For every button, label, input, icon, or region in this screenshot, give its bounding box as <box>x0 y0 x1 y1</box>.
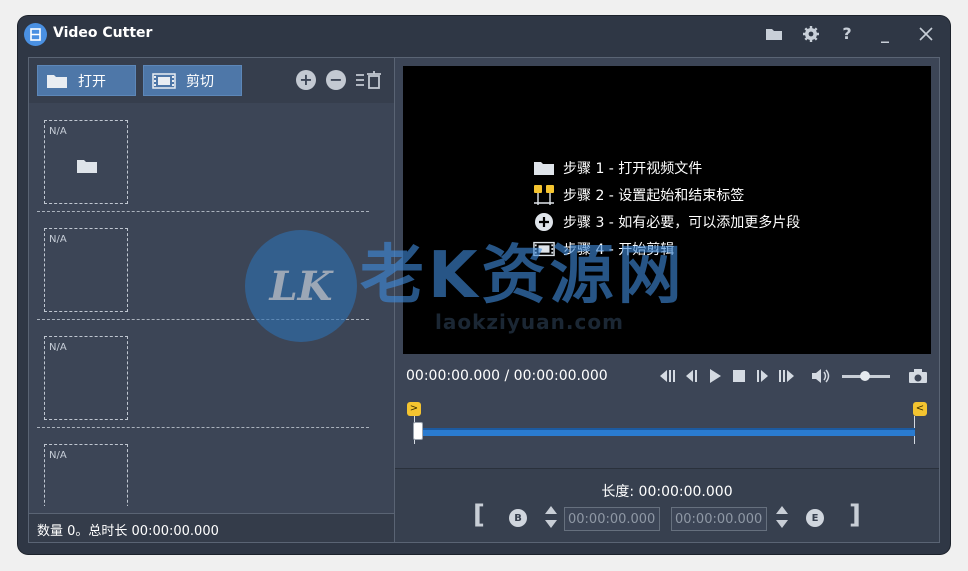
clip-slot[interactable]: N/A <box>37 104 369 212</box>
folder-icon <box>77 160 97 173</box>
step-4: 步骤 4 - 开始剪辑 <box>533 238 674 260</box>
up-down-arrows-icon <box>545 506 557 528</box>
clip-label: N/A <box>49 342 67 353</box>
step-back-icon <box>686 370 697 382</box>
title-bar: Video Cutter ? _ <box>18 16 950 52</box>
remove-clip-button[interactable]: − <box>326 70 346 90</box>
film-icon <box>533 239 555 259</box>
plus-icon: + <box>299 70 313 89</box>
player-panel: 步骤 1 - 打开视频文件 步骤 2 - 设置起始和结束标签 步骤 3 - 如有… <box>394 57 940 543</box>
start-marker-glyph: > <box>409 403 419 414</box>
end-time-input[interactable] <box>671 507 767 531</box>
status-bar: 数量 0。总时长 00:00:00.000 <box>29 513 394 542</box>
skip-forward-icon <box>779 370 794 382</box>
next-frame-button[interactable] <box>753 366 773 386</box>
set-start-bracket-button[interactable]: [ <box>473 502 485 528</box>
speaker-icon <box>812 369 830 383</box>
end-time-stepper[interactable] <box>775 505 789 529</box>
go-to-start-button[interactable] <box>657 366 677 386</box>
minimize-button[interactable]: _ <box>872 22 898 46</box>
folder-icon <box>533 158 555 178</box>
markers-icon <box>533 185 555 205</box>
start-time-stepper[interactable] <box>544 505 558 529</box>
step-3: 步骤 3 - 如有必要，可以添加更多片段 <box>533 211 800 233</box>
snapshot-button[interactable] <box>907 366 929 386</box>
volume-slider-handle[interactable] <box>860 371 870 381</box>
trim-controls: 长度: 00:00:00.000 [ B E ] <box>395 468 939 542</box>
go-to-end-button[interactable] <box>777 366 797 386</box>
camera-icon <box>909 369 927 383</box>
folder-icon <box>766 29 782 40</box>
folder-icon <box>47 74 67 88</box>
end-marker-glyph: < <box>915 403 925 414</box>
volume-slider[interactable] <box>842 371 890 381</box>
film-icon <box>152 72 176 89</box>
clip-list[interactable]: N/A N/A N/A N/A <box>29 104 394 506</box>
skip-back-icon <box>660 370 675 382</box>
clip-thumbnail: N/A <box>44 444 128 506</box>
status-text: 数量 0。总时长 00:00:00.000 <box>37 524 219 539</box>
volume-button[interactable] <box>809 366 831 386</box>
add-clip-button[interactable]: + <box>296 70 316 90</box>
app-logo-icon <box>24 23 47 46</box>
clear-list-button[interactable] <box>355 70 383 90</box>
play-button[interactable] <box>705 366 725 386</box>
open-button[interactable]: 打开 <box>37 65 136 96</box>
clip-toolbar: 打开 剪切 + − <box>29 58 394 103</box>
clip-label: N/A <box>49 126 67 137</box>
clip-slot[interactable]: N/A <box>37 212 369 320</box>
settings-button[interactable] <box>798 22 824 46</box>
cut-button[interactable]: 剪切 <box>143 65 242 96</box>
clip-list-panel: 打开 剪切 + − N/A N/A N/A N/A 数量 0。总时长 00:00… <box>28 57 395 543</box>
cut-button-label: 剪切 <box>186 73 214 90</box>
clip-label: N/A <box>49 234 67 245</box>
playhead-handle[interactable] <box>413 422 423 440</box>
clip-label: N/A <box>49 450 67 461</box>
help-button[interactable]: ? <box>834 22 860 46</box>
clear-list-icon <box>356 71 381 89</box>
end-marker[interactable]: < <box>913 402 927 416</box>
go-to-end-time-button[interactable]: E <box>806 509 824 527</box>
go-to-begin-button[interactable]: B <box>509 509 527 527</box>
open-button-label: 打开 <box>78 73 106 90</box>
minus-icon: − <box>329 70 343 89</box>
step-1-text: 步骤 1 - 打开视频文件 <box>563 161 703 177</box>
step-4-text: 步骤 4 - 开始剪辑 <box>563 242 675 258</box>
open-folder-button[interactable] <box>761 22 787 46</box>
previous-frame-button[interactable] <box>681 366 701 386</box>
app-window: Video Cutter ? _ 打开 剪切 + − N/A N/A N/A N… <box>18 16 950 554</box>
start-time-input[interactable] <box>564 507 660 531</box>
stop-button[interactable] <box>729 366 749 386</box>
up-down-arrows-icon <box>776 506 788 528</box>
step-1: 步骤 1 - 打开视频文件 <box>533 157 702 179</box>
clip-slot[interactable]: N/A <box>37 428 369 506</box>
clip-thumbnail: N/A <box>44 228 128 312</box>
video-preview[interactable]: 步骤 1 - 打开视频文件 步骤 2 - 设置起始和结束标签 步骤 3 - 如有… <box>403 66 931 354</box>
step-2: 步骤 2 - 设置起始和结束标签 <box>533 184 744 206</box>
stop-icon <box>733 370 745 382</box>
play-icon <box>710 369 721 383</box>
app-title: Video Cutter <box>53 25 153 41</box>
length-label: 长度: 00:00:00.000 <box>601 484 733 500</box>
step-forward-icon <box>757 370 768 382</box>
close-button[interactable] <box>913 22 939 46</box>
minimize-icon: _ <box>881 24 889 43</box>
clip-thumbnail: N/A <box>44 336 128 420</box>
help-icon: ? <box>842 24 852 43</box>
time-readout: 00:00:00.000 / 00:00:00.000 <box>406 368 608 384</box>
end-badge: E <box>811 512 819 524</box>
gear-icon <box>803 26 819 42</box>
add-circle-icon <box>533 212 555 232</box>
begin-badge: B <box>514 512 522 524</box>
step-2-text: 步骤 2 - 设置起始和结束标签 <box>563 188 745 204</box>
step-3-text: 步骤 3 - 如有必要，可以添加更多片段 <box>563 215 801 231</box>
set-end-bracket-button[interactable]: ] <box>849 502 861 528</box>
clip-thumbnail: N/A <box>44 120 128 204</box>
start-marker[interactable]: > <box>407 402 421 416</box>
timeline-track[interactable] <box>415 428 915 436</box>
close-icon <box>919 27 933 41</box>
clip-slot[interactable]: N/A <box>37 320 369 428</box>
